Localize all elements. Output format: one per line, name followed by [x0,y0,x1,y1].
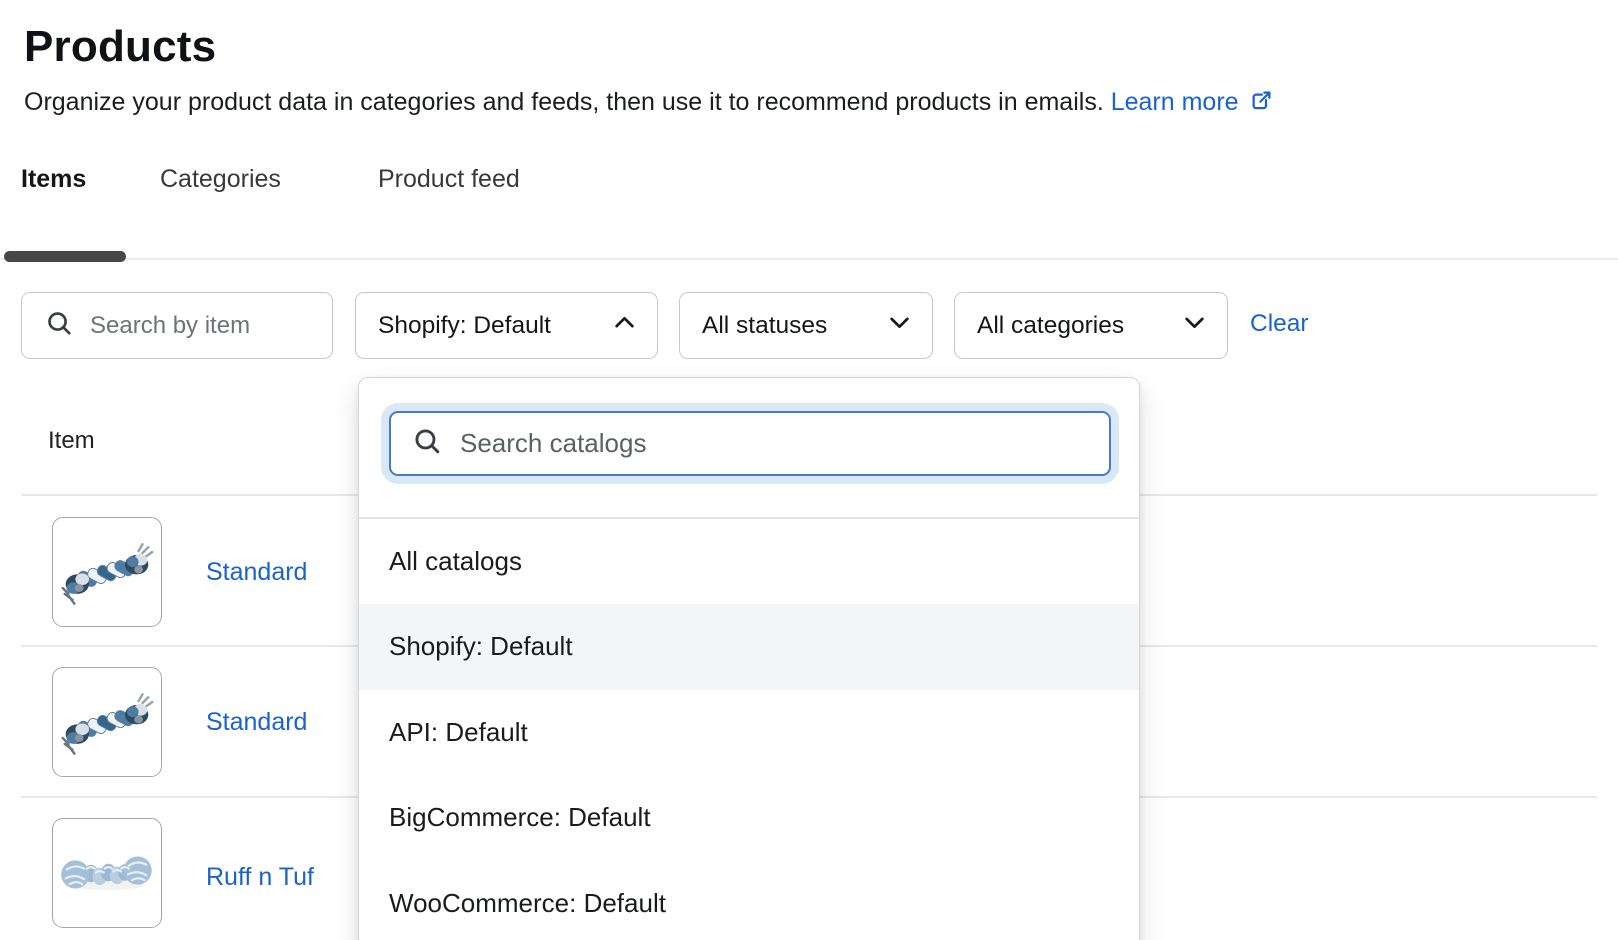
chevron-up-icon [610,308,639,344]
catalog-search-box[interactable] [389,411,1111,476]
page-subtitle: Organize your product data in categories… [24,86,1584,122]
product-link[interactable]: Ruff n Tuf [206,862,314,892]
tab-items[interactable]: Items [21,165,86,194]
catalog-filter-button[interactable]: Shopify: Default [355,292,658,359]
search-icon [411,425,444,463]
tab-baseline-divider [0,258,1618,260]
chevron-down-icon [885,308,914,344]
tab-bar: Items Categories Product feed [0,160,1618,260]
item-column-header: Item [48,427,95,455]
tab-categories[interactable]: Categories [160,165,281,194]
product-thumbnail[interactable] [52,517,162,627]
subtitle-text: Organize your product data in categories… [24,88,1104,116]
catalog-option-shopify-default[interactable]: Shopify: Default [359,604,1139,690]
status-filter-label: All statuses [702,312,827,340]
catalog-option-api-default[interactable]: API: Default [359,690,1139,776]
category-filter-button[interactable]: All categories [954,292,1228,359]
clear-filters-link[interactable]: Clear [1250,310,1309,338]
active-tab-indicator [4,251,126,262]
catalog-filter-label: Shopify: Default [378,312,551,340]
status-filter-button[interactable]: All statuses [679,292,933,359]
rope-toy-image [53,612,160,627]
learn-more-link[interactable]: Learn more [1111,88,1239,116]
products-page: Products Organize your product data in c… [0,0,1618,940]
search-icon [44,308,75,344]
product-link[interactable]: Standard [206,557,307,587]
tab-product-feed[interactable]: Product feed [378,165,520,194]
category-filter-label: All categories [977,312,1124,340]
product-thumbnail[interactable] [52,667,162,777]
rope-toy-image [53,913,160,928]
catalog-option-all-catalogs[interactable]: All catalogs [359,519,1139,605]
filter-bar: Shopify: Default All statuses All catego… [0,292,1618,360]
chevron-down-icon [1180,308,1209,344]
catalog-dropdown: All catalogs Shopify: Default API: Defau… [358,377,1140,940]
page-title: Products [24,22,216,72]
catalog-option-bigcommerce-default[interactable]: BigCommerce: Default [359,775,1139,861]
catalog-option-woocommerce-default[interactable]: WooCommerce: Default [359,861,1139,940]
catalog-search-input[interactable] [460,428,1093,459]
item-search-box[interactable] [21,292,333,359]
external-link-icon [1248,87,1275,122]
item-search-input[interactable] [90,312,318,340]
catalog-option-list: All catalogs Shopify: Default API: Defau… [359,519,1139,940]
product-thumbnail[interactable] [52,818,162,928]
rope-toy-image [53,762,160,777]
product-link[interactable]: Standard [206,707,307,737]
